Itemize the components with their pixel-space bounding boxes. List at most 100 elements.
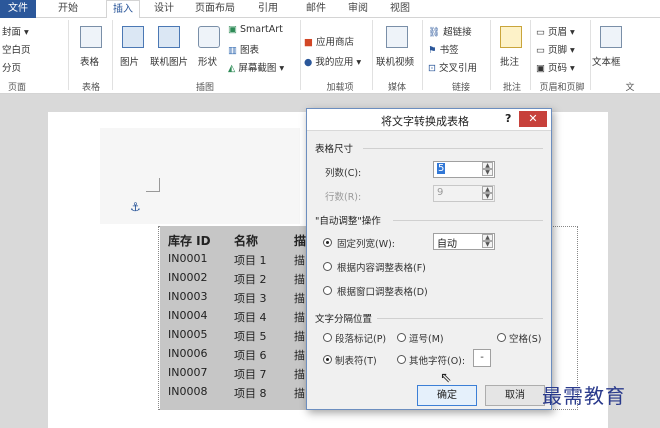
section-divider: [393, 220, 543, 221]
cell: 描: [294, 273, 305, 286]
table-button[interactable]: 表格: [80, 54, 99, 68]
picture-icon: [122, 26, 144, 48]
bookmark-button[interactable]: ⚑ 书签: [428, 42, 459, 56]
crossref-icon: ⊡: [428, 63, 436, 74]
other-char-input[interactable]: -: [473, 349, 491, 367]
close-icon[interactable]: ✕: [519, 111, 547, 127]
screenshot-button[interactable]: ◭ 屏幕截图 ▾: [228, 60, 284, 74]
fixed-width-radio[interactable]: [323, 238, 332, 247]
selected-text-block[interactable]: 库存 ID 名称 描 IN0001 项目 1 描 IN0002 项目 2 描 I…: [160, 226, 306, 410]
online-picture-button[interactable]: 联机图片: [150, 54, 188, 68]
autofit-section-label: "自动调整"操作: [315, 216, 381, 227]
group-separator: [422, 20, 423, 90]
header-footer-group-label: 页眉和页脚: [539, 83, 585, 93]
online-picture-icon: [158, 26, 180, 48]
tab-mailings[interactable]: 邮件: [300, 0, 332, 18]
spin-down-icon[interactable]: ▼: [482, 241, 493, 248]
help-icon[interactable]: ?: [505, 112, 511, 125]
comma-radio[interactable]: [397, 333, 406, 342]
textbox-button[interactable]: 文本框: [592, 54, 621, 68]
tab-radio[interactable]: [323, 355, 332, 364]
online-video-button[interactable]: 联机视频: [376, 54, 414, 68]
cell: 项目 7: [234, 368, 267, 381]
page-number-button[interactable]: ▣ 页码 ▾: [536, 60, 575, 74]
spin-down-icon[interactable]: ▼: [482, 169, 493, 176]
dialog-title-bar[interactable]: 将文字转换成表格 ? ✕: [307, 109, 551, 131]
group-separator: [490, 20, 491, 90]
tab-file[interactable]: 文件: [0, 0, 36, 18]
other-char-radio[interactable]: [397, 355, 406, 364]
group-separator: [300, 20, 301, 90]
shapes-button[interactable]: 形状: [198, 54, 217, 68]
tab-design[interactable]: 设计: [148, 0, 180, 18]
cell: 描: [294, 349, 305, 362]
bookmark-icon: ⚑: [428, 45, 437, 56]
spin-down-icon: ▼: [482, 193, 493, 200]
fit-window-label[interactable]: 根据窗口调整表格(D): [337, 284, 428, 298]
addins-group-label: 加载项: [326, 83, 354, 93]
group-separator: [372, 20, 373, 90]
tab-page-layout[interactable]: 页面布局: [190, 0, 240, 18]
picture-button[interactable]: 图片: [120, 54, 139, 68]
tab-home[interactable]: 开始: [52, 0, 84, 18]
fixed-width-spinner[interactable]: 自动 ▲ ▼: [433, 233, 495, 250]
hyperlink-icon: ⛓: [428, 27, 441, 38]
header-cell: 库存 ID: [168, 234, 211, 248]
cell: 描: [294, 311, 305, 324]
fixed-width-label[interactable]: 固定列宽(W):: [337, 236, 395, 250]
group-separator: [530, 20, 531, 90]
other-char-label[interactable]: 其他字符(O):: [409, 353, 465, 367]
tab-insert[interactable]: 插入: [106, 0, 140, 19]
header-button[interactable]: ▭ 页眉 ▾: [536, 24, 575, 38]
cell: IN0002: [168, 271, 208, 284]
cell: IN0008: [168, 385, 208, 398]
space-radio[interactable]: [497, 333, 506, 342]
crossref-button[interactable]: ⊡ 交叉引用: [428, 60, 477, 74]
tab-view[interactable]: 视图: [384, 0, 416, 18]
fit-contents-label[interactable]: 根据内容调整表格(F): [337, 260, 426, 274]
section-divider: [363, 148, 543, 149]
chart-icon: ▥: [228, 45, 237, 56]
comment-button[interactable]: 批注: [500, 54, 519, 68]
space-label[interactable]: 空格(S): [509, 331, 541, 345]
tables-group-label: 表格: [81, 83, 100, 93]
store-button[interactable]: ■ 应用商店: [304, 34, 354, 48]
footer-button[interactable]: ▭ 页脚 ▾: [536, 42, 575, 56]
group-separator: [112, 20, 113, 90]
spin-up-icon[interactable]: ▲: [482, 162, 493, 169]
spin-up-icon: ▲: [482, 186, 493, 193]
section-divider: [377, 318, 543, 319]
cell: 项目 5: [234, 330, 267, 343]
cancel-button[interactable]: 取消: [485, 385, 545, 406]
blank-page-button[interactable]: 空白页: [2, 42, 31, 56]
cell: IN0005: [168, 328, 208, 341]
fit-window-radio[interactable]: [323, 286, 332, 295]
columns-spinner[interactable]: 5 ▲ ▼: [433, 161, 495, 178]
smartart-button[interactable]: ▣ SmartArt: [228, 24, 283, 35]
tab-label[interactable]: 制表符(T): [335, 353, 377, 367]
page-break-button[interactable]: 分页: [2, 60, 21, 74]
tab-references[interactable]: 引用: [252, 0, 284, 18]
mouse-cursor-icon: ⇖: [440, 370, 452, 386]
comments-group-label: 批注: [502, 83, 521, 93]
paragraph-mark-radio[interactable]: [323, 333, 332, 342]
my-apps-button[interactable]: ● 我的应用 ▾: [304, 54, 361, 68]
tab-review[interactable]: 审阅: [342, 0, 374, 18]
cell: 描: [294, 292, 305, 305]
cell: 描: [294, 330, 305, 343]
ok-button[interactable]: 确定: [417, 385, 477, 406]
cell: 描: [294, 368, 305, 381]
shapes-icon: [198, 26, 220, 48]
fit-contents-radio[interactable]: [323, 262, 332, 271]
chart-button[interactable]: ▥ 图表: [228, 42, 259, 56]
hyperlink-button[interactable]: ⛓ 超链接: [428, 24, 472, 38]
spin-up-icon[interactable]: ▲: [482, 234, 493, 241]
pages-group-label: 页面: [7, 83, 26, 93]
comma-label[interactable]: 逗号(M): [409, 331, 444, 345]
textbox-icon: [600, 26, 622, 48]
paragraph-mark-label[interactable]: 段落标记(P): [335, 331, 386, 345]
cell: 项目 1: [234, 254, 267, 267]
my-apps-icon: ●: [304, 57, 313, 68]
cover-page-button[interactable]: 封面 ▾: [2, 24, 29, 38]
table-icon: [80, 26, 102, 48]
